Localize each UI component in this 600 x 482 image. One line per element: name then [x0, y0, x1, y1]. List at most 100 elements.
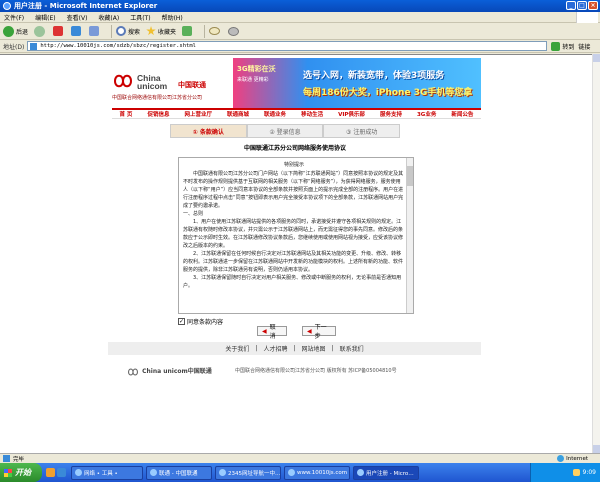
stop-icon	[53, 26, 64, 36]
globe-icon	[557, 455, 565, 462]
back-button[interactable]: 后退	[3, 25, 29, 37]
registration-steps: ① 条款确认 ② 登录信息 ③ 注册成功	[170, 124, 401, 138]
back-label: 后退	[16, 28, 29, 36]
task-label: 联通 - 中国联通	[159, 470, 198, 477]
next-button[interactable]: ◀ 下一步	[302, 324, 336, 340]
print-button[interactable]	[228, 26, 241, 36]
home-icon	[89, 26, 100, 36]
nav-mall[interactable]: 联通商城	[227, 110, 249, 118]
agreement-text: 特别提示 中国联通有限公司江苏分公司门户网站（以下简称“江苏联通网站”）同意按照…	[183, 161, 405, 290]
nav-3g[interactable]: 3G业务	[417, 110, 436, 118]
nav-home[interactable]: 首 页	[120, 110, 133, 118]
security-zone: Internet	[557, 455, 588, 462]
menu-tools[interactable]: 工具(T)	[130, 13, 150, 22]
close-button[interactable]: ×	[588, 1, 598, 10]
footer-about[interactable]: 关于我们	[225, 344, 249, 353]
agreement-paragraph: 1、用户在使用江苏联通网站提供的各项服务的同时，承诺接受并遵守各项相关规则的规定…	[183, 219, 404, 249]
task-label: 网络 • 工具 •	[84, 470, 118, 477]
minimize-button[interactable]: _	[566, 1, 576, 10]
menu-edit[interactable]: 编辑(E)	[35, 13, 55, 22]
task-icon	[150, 469, 157, 476]
toolbar-separator	[111, 24, 113, 38]
nav-news[interactable]: 新闻公告	[451, 110, 473, 118]
links-button[interactable]: 链接	[578, 42, 590, 51]
quicklaunch-icon[interactable]	[46, 468, 55, 477]
unicom-knot-icon	[127, 368, 139, 375]
go-arrow-icon	[551, 41, 561, 51]
search-label: 搜索	[128, 28, 141, 36]
agreement-scrollbar[interactable]	[406, 158, 413, 313]
nav-online-hall[interactable]: 网上营业厅	[184, 110, 212, 118]
clock: 9:09	[582, 469, 596, 476]
status-text: 完毕	[13, 456, 25, 463]
address-url: http://www.10010js.com/sdzb/sbzc/registe…	[40, 43, 196, 49]
media-button[interactable]	[182, 26, 194, 36]
star-icon	[146, 26, 156, 36]
favorites-button[interactable]: 收藏夹	[146, 26, 176, 36]
task-label: 2345网址导航一中…	[228, 470, 281, 477]
taskbar-item[interactable]: www.10010js.com	[284, 465, 350, 480]
step-terms: ① 条款确认	[170, 124, 247, 138]
address-input[interactable]: http://www.10010js.com/sdzb/sbzc/registe…	[27, 41, 548, 51]
arrow-left-icon: ◀	[262, 327, 267, 335]
arrow-left-icon: ◀	[307, 327, 312, 335]
taskbar-item[interactable]: 网络 • 工具 •	[71, 465, 143, 480]
menu-view[interactable]: 查看(V)	[67, 13, 88, 22]
footer-links: 关于我们 | 人才招聘 | 网站地图 | 联系我们	[108, 342, 481, 355]
nav-business[interactable]: 联通业务	[264, 110, 286, 118]
agree-checkbox-row[interactable]: ✓ 同意条款内容	[178, 317, 223, 326]
agree-checkbox[interactable]: ✓	[178, 318, 185, 325]
nav-mobile-life[interactable]: 移动生活	[301, 110, 323, 118]
logo-en-line2: unicom	[137, 81, 168, 91]
nav-vip[interactable]: VIP俱乐部	[338, 110, 365, 118]
tray-icon[interactable]	[572, 469, 580, 476]
footer-copyright: 中国联合网络通信有限公司江苏省分公司 版权所有 苏ICP备05004810号	[235, 368, 397, 374]
nav-support[interactable]: 服务支持	[380, 110, 402, 118]
footer-jobs[interactable]: 人才招聘	[263, 344, 287, 353]
nav-promotions[interactable]: 促销信息	[147, 110, 169, 118]
search-button[interactable]: 搜索	[116, 26, 140, 36]
forward-button[interactable]	[34, 25, 47, 37]
main-nav: 首 页 促销信息 网上营业厅 联通商城 联通业务 移动生活 VIP俱乐部 服务支…	[112, 108, 481, 119]
quicklaunch-icon[interactable]	[57, 468, 66, 477]
scroll-thumb[interactable]	[407, 166, 413, 186]
vertical-scrollbar[interactable]	[592, 54, 600, 453]
taskbar-item-active[interactable]: 用户注册 - Micro…	[353, 465, 419, 480]
menu-help[interactable]: 帮助(H)	[162, 13, 183, 22]
window-titlebar: 用户注册 - Microsoft Internet Explorer _ □ ×	[0, 0, 600, 12]
windows-logo	[576, 12, 598, 23]
refresh-button[interactable]	[71, 26, 83, 36]
maximize-button[interactable]: □	[577, 1, 587, 10]
banner-slogan: 3G精彩在沃	[237, 65, 276, 73]
banner-subslogan: 来联通 更精彩	[237, 77, 269, 83]
stop-button[interactable]	[53, 26, 65, 36]
mail-button[interactable]	[209, 27, 222, 35]
agree-checkbox-label: 同意条款内容	[187, 319, 224, 326]
toolbar: 后退 搜索 收藏夹	[0, 23, 600, 40]
footer-logo-text: China unicom中国联通	[142, 368, 212, 375]
logo-english: China unicom	[137, 74, 168, 91]
task-icon	[288, 469, 295, 476]
footer-sitemap[interactable]: 网站地图	[302, 344, 326, 353]
promo-banner[interactable]: 3G精彩在沃 来联通 更精彩 选号入网，新装宽带，体验3项服务 每周186份大奖…	[233, 58, 481, 108]
home-button[interactable]	[89, 26, 101, 36]
search-icon	[116, 26, 127, 36]
cancel-button[interactable]: ◀ 取 消	[257, 324, 287, 340]
taskbar-item[interactable]: 2345网址导航一中…	[215, 465, 281, 480]
go-button[interactable]: 转到	[551, 41, 574, 51]
menu-file[interactable]: 文件(F)	[4, 13, 24, 22]
unicom-logo[interactable]: China unicom 中国联通 中国联合网络通信有限公司江苏省分公司	[112, 70, 232, 101]
footer-contact[interactable]: 联系我们	[340, 344, 364, 353]
agreement-title: 中国联通江苏分公司网络服务使用协议	[243, 145, 346, 152]
scroll-down-arrow[interactable]	[593, 445, 600, 453]
taskbar-item[interactable]: 联通 - 中国联通	[146, 465, 212, 480]
scroll-up-arrow[interactable]	[593, 54, 600, 62]
agreement-textarea[interactable]: 特别提示 中国联通有限公司江苏分公司门户网站（以下简称“江苏联通网站”）同意按照…	[178, 157, 414, 314]
logo-chinese: 中国联通	[178, 81, 206, 89]
printer-icon	[228, 26, 240, 36]
favorites-label: 收藏夹	[158, 28, 177, 36]
menu-favorites[interactable]: 收藏(A)	[98, 13, 119, 22]
start-button[interactable]: 开始	[0, 463, 42, 482]
task-label: www.10010js.com	[297, 469, 348, 476]
window-buttons: _ □ ×	[566, 1, 598, 10]
